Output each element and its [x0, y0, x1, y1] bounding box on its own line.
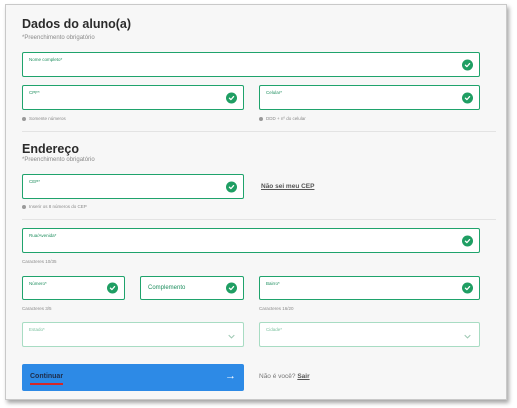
complement-label: Complemento	[148, 285, 186, 291]
phone-field[interactable]: Celular*	[259, 85, 480, 110]
cep-field[interactable]: CEP*	[22, 174, 244, 199]
address-required-note: *Preenchimento obrigatório	[22, 157, 95, 163]
section-divider	[22, 131, 496, 132]
arrow-right-icon: →	[225, 370, 236, 382]
full-name-field[interactable]: Nome completo*	[22, 52, 480, 77]
state-select[interactable]: Estado*	[22, 322, 244, 347]
student-section-title: Dados do aluno(a)	[22, 17, 132, 31]
check-circle-icon	[226, 282, 237, 294]
cpf-label: CPF*	[29, 90, 40, 95]
info-dot-icon	[22, 204, 26, 209]
student-required-note: *Preenchimento obrigatório	[22, 35, 95, 41]
check-circle-icon	[462, 282, 473, 294]
logout-link[interactable]: Sair	[297, 373, 309, 380]
phone-label: Celular*	[266, 90, 283, 95]
check-circle-icon	[226, 181, 237, 192]
check-circle-icon	[107, 282, 118, 294]
district-label: Bairro*	[266, 281, 280, 286]
cpf-field[interactable]: CPF*	[22, 85, 244, 110]
number-label: Número*	[29, 281, 47, 286]
city-label: Cidade*	[266, 327, 283, 332]
district-counter: Caracteres 16/20	[259, 306, 294, 311]
unknown-cep-link[interactable]: Não sei meu CEP	[261, 183, 314, 190]
cpf-hint: Somente números	[22, 116, 66, 121]
continue-underline	[30, 383, 63, 385]
city-select[interactable]: Cidade*	[259, 322, 480, 347]
info-dot-icon	[22, 116, 26, 121]
street-field[interactable]: Rua/Avenida*	[22, 228, 480, 253]
section-divider	[22, 219, 496, 220]
district-field[interactable]: Bairro*	[259, 276, 480, 300]
number-counter: Caracteres 3/5	[22, 306, 52, 311]
not-you-text: Não é você? Sair	[259, 373, 310, 380]
continue-button[interactable]: Continuar →	[22, 364, 244, 391]
chevron-down-icon	[228, 326, 235, 344]
street-label: Rua/Avenida*	[29, 233, 57, 238]
check-circle-icon	[462, 92, 473, 103]
phone-hint: DDD + nº do celular	[259, 116, 306, 121]
address-section-title: Endereço	[22, 142, 79, 156]
check-circle-icon	[462, 235, 473, 246]
chevron-down-icon	[464, 326, 471, 344]
street-counter: Caracteres 10/35	[22, 259, 57, 264]
number-field[interactable]: Número*	[22, 276, 125, 300]
complement-field[interactable]: Complemento	[140, 276, 244, 300]
check-circle-icon	[462, 59, 473, 70]
continue-label: Continuar	[30, 373, 64, 380]
info-dot-icon	[259, 116, 263, 121]
full-name-label: Nome completo*	[29, 57, 63, 62]
check-circle-icon	[226, 92, 237, 103]
cep-hint: Inserir os 8 números do CEP	[22, 204, 87, 209]
student-form-card: Dados do aluno(a) *Preenchimento obrigat…	[5, 4, 507, 400]
cep-label: CEP*	[29, 179, 41, 184]
state-label: Estado*	[29, 327, 45, 332]
